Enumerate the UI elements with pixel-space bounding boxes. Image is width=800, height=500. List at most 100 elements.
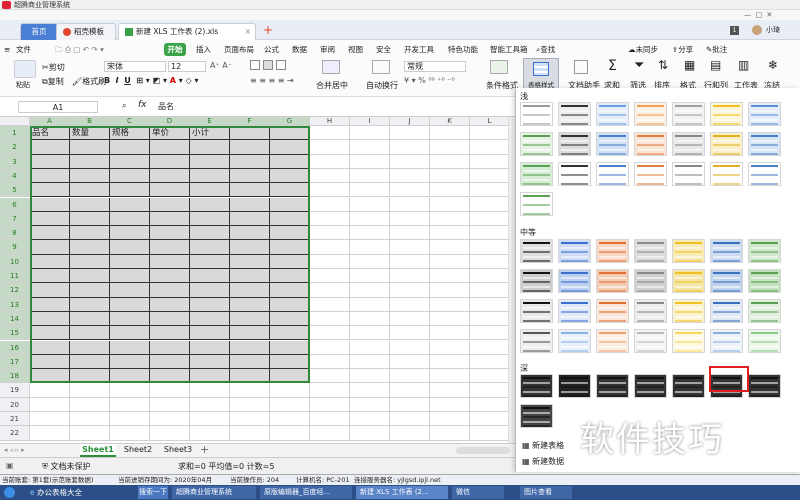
grid-cell[interactable] — [190, 154, 230, 169]
light-style-swatch[interactable] — [672, 102, 705, 126]
grid-cell[interactable] — [110, 168, 150, 184]
grid-cell[interactable] — [230, 226, 270, 241]
grid-cell[interactable] — [190, 197, 230, 212]
grid-cell[interactable]: 规格 — [110, 126, 150, 141]
grid-cell[interactable] — [270, 397, 310, 412]
wrap-text-button[interactable]: 自动换行 — [366, 80, 398, 91]
grid-cell[interactable] — [150, 397, 190, 412]
row-header[interactable]: 21 — [0, 412, 30, 427]
dark-style-swatch[interactable] — [634, 374, 667, 398]
grid-cell[interactable] — [470, 340, 510, 355]
medium-style-swatch[interactable] — [748, 269, 781, 293]
column-header[interactable]: A — [30, 117, 70, 126]
comment-button[interactable]: ✎批注 — [706, 43, 727, 56]
grid-cell[interactable] — [430, 269, 470, 284]
add-sheet-icon[interactable]: + — [200, 443, 209, 456]
grid-cell[interactable] — [30, 326, 70, 341]
grid-cell[interactable] — [150, 354, 190, 370]
taskbar-item-viewer[interactable]: 图片查看 — [520, 486, 572, 499]
grid-cell[interactable] — [470, 240, 510, 255]
close-tab-icon[interactable]: × — [245, 24, 251, 40]
grid-cell[interactable] — [310, 197, 350, 212]
dark-style-swatch[interactable] — [558, 374, 591, 398]
grid-cell[interactable]: 小计 — [190, 126, 230, 141]
grid-cell[interactable] — [30, 340, 70, 355]
grid-cell[interactable] — [150, 197, 190, 212]
grid-cell[interactable] — [70, 311, 110, 327]
grid-cell[interactable] — [270, 283, 310, 298]
grid-cell[interactable] — [430, 297, 470, 312]
grid-cell[interactable] — [350, 412, 390, 427]
grid-cell[interactable] — [310, 311, 350, 327]
grid-cell[interactable] — [310, 397, 350, 412]
grid-cell[interactable] — [70, 354, 110, 370]
paste-button[interactable]: 粘贴 — [16, 80, 30, 90]
grid-cell[interactable] — [230, 126, 270, 141]
grid-cell[interactable] — [350, 397, 390, 412]
grid-cell[interactable] — [470, 154, 510, 169]
grid-cell[interactable] — [230, 326, 270, 341]
light-style-swatch[interactable] — [558, 102, 591, 126]
grid-cell[interactable] — [230, 283, 270, 298]
column-header[interactable]: I — [350, 117, 390, 126]
grid-cell[interactable] — [190, 426, 230, 441]
grid-cell[interactable] — [150, 240, 190, 255]
medium-style-swatch[interactable] — [558, 299, 591, 323]
medium-style-swatch[interactable] — [710, 329, 743, 353]
column-header[interactable]: J — [390, 117, 430, 126]
light-style-swatch[interactable] — [634, 132, 667, 156]
grid-cell[interactable] — [230, 211, 270, 227]
medium-style-swatch[interactable] — [748, 239, 781, 263]
grid-cell[interactable] — [470, 326, 510, 341]
grid-cell[interactable] — [30, 397, 70, 412]
tab-review[interactable]: 审阅 — [320, 43, 335, 56]
grid-cell[interactable] — [150, 326, 190, 341]
dark-style-swatch[interactable] — [520, 404, 553, 428]
grid-cell[interactable] — [390, 297, 430, 312]
copy-button[interactable]: ⧉复制 — [42, 76, 64, 87]
light-style-swatch[interactable] — [520, 132, 553, 156]
grid-cell[interactable] — [270, 240, 310, 255]
grid-cell[interactable] — [150, 183, 190, 198]
grid-cell[interactable] — [350, 369, 390, 384]
cond-format-button[interactable]: 条件格式 — [486, 80, 518, 91]
new-data-style-button[interactable]: ▦ 新建数据 — [522, 456, 564, 467]
grid-cell[interactable] — [430, 340, 470, 355]
light-style-swatch[interactable] — [710, 132, 743, 156]
grid-cell[interactable] — [310, 369, 350, 384]
grid-cell[interactable] — [470, 397, 510, 412]
light-style-swatch[interactable] — [520, 192, 553, 216]
grid-cell[interactable] — [350, 383, 390, 398]
grid-cell[interactable] — [190, 211, 230, 227]
grid-cell[interactable] — [30, 311, 70, 327]
grid-cell[interactable] — [430, 240, 470, 255]
grid-cell[interactable] — [350, 326, 390, 341]
column-header[interactable]: D — [150, 117, 190, 126]
grid-cell[interactable] — [310, 168, 350, 184]
taskbar-item-editor[interactable]: 原版编辑器_百度经... — [260, 486, 352, 499]
grid-cell[interactable]: 单价 — [150, 126, 190, 141]
grid-cell[interactable] — [470, 211, 510, 227]
light-style-swatch[interactable] — [672, 162, 705, 186]
grid-cell[interactable] — [150, 369, 190, 384]
row-header[interactable]: 17 — [0, 354, 30, 370]
sheet-tab-3[interactable]: Sheet3 — [160, 444, 196, 457]
grid-cell[interactable] — [190, 340, 230, 355]
grid-cell[interactable] — [430, 211, 470, 227]
grid-cell[interactable] — [270, 154, 310, 169]
grid-cell[interactable] — [110, 326, 150, 341]
light-style-swatch[interactable] — [520, 102, 553, 126]
grid-cell[interactable] — [350, 354, 390, 370]
grid-cell[interactable] — [350, 226, 390, 241]
column-header[interactable]: F — [230, 117, 270, 126]
row-header[interactable]: 5 — [0, 183, 30, 198]
grid-cell[interactable] — [310, 426, 350, 441]
light-style-swatch[interactable] — [710, 102, 743, 126]
grid-cell[interactable] — [110, 297, 150, 312]
grid-cell[interactable] — [470, 226, 510, 241]
grid-cell[interactable] — [30, 226, 70, 241]
grid-cell[interactable] — [230, 354, 270, 370]
grid-cell[interactable] — [30, 354, 70, 370]
grid-cell[interactable] — [70, 412, 110, 427]
grid-cell[interactable] — [70, 383, 110, 398]
